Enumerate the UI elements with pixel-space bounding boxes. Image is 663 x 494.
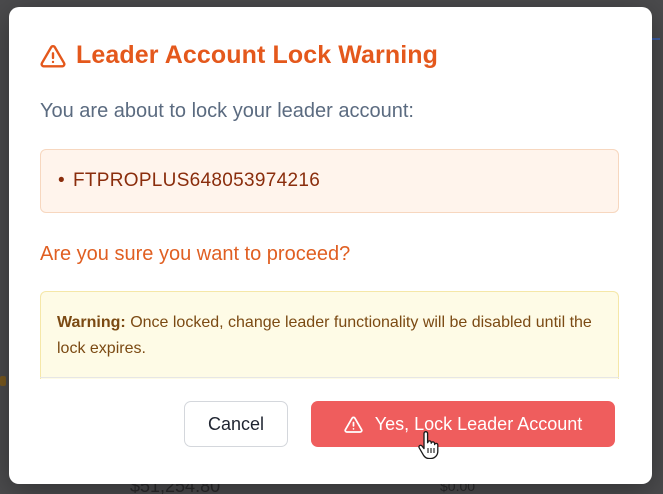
dialog-title: Leader Account Lock Warning [76,41,439,69]
account-id: FTPROPLUS648053974216 [72,170,321,191]
cancel-button[interactable]: Cancel [184,401,288,447]
list-bullet: • [58,170,65,191]
background-icon-fragment [0,376,6,386]
background-link-fragment [652,16,660,40]
dialog-intro-text: You are about to lock your leader accoun… [40,100,414,122]
account-list: • FTPROPLUS648053974216 [40,149,619,213]
confirm-lock-button[interactable]: Yes, Lock Leader Account [311,401,615,447]
warning-triangle-icon [40,43,66,69]
confirm-question: Are you sure you want to proceed? [40,243,351,265]
dialog-header: Leader Account Lock Warning [40,41,438,70]
warning-label: Warning: [57,314,126,331]
hand-pointer-cursor-icon [418,431,440,460]
confirm-lock-button-label: Yes, Lock Leader Account [374,413,583,434]
warning-callout: Warning: Once locked, change leader func… [40,291,619,379]
account-list-item: • FTPROPLUS648053974216 [58,170,320,192]
warning-triangle-icon [344,415,363,434]
warning-text: Once locked, change leader functionality… [57,314,592,357]
footer-divider [40,377,619,378]
